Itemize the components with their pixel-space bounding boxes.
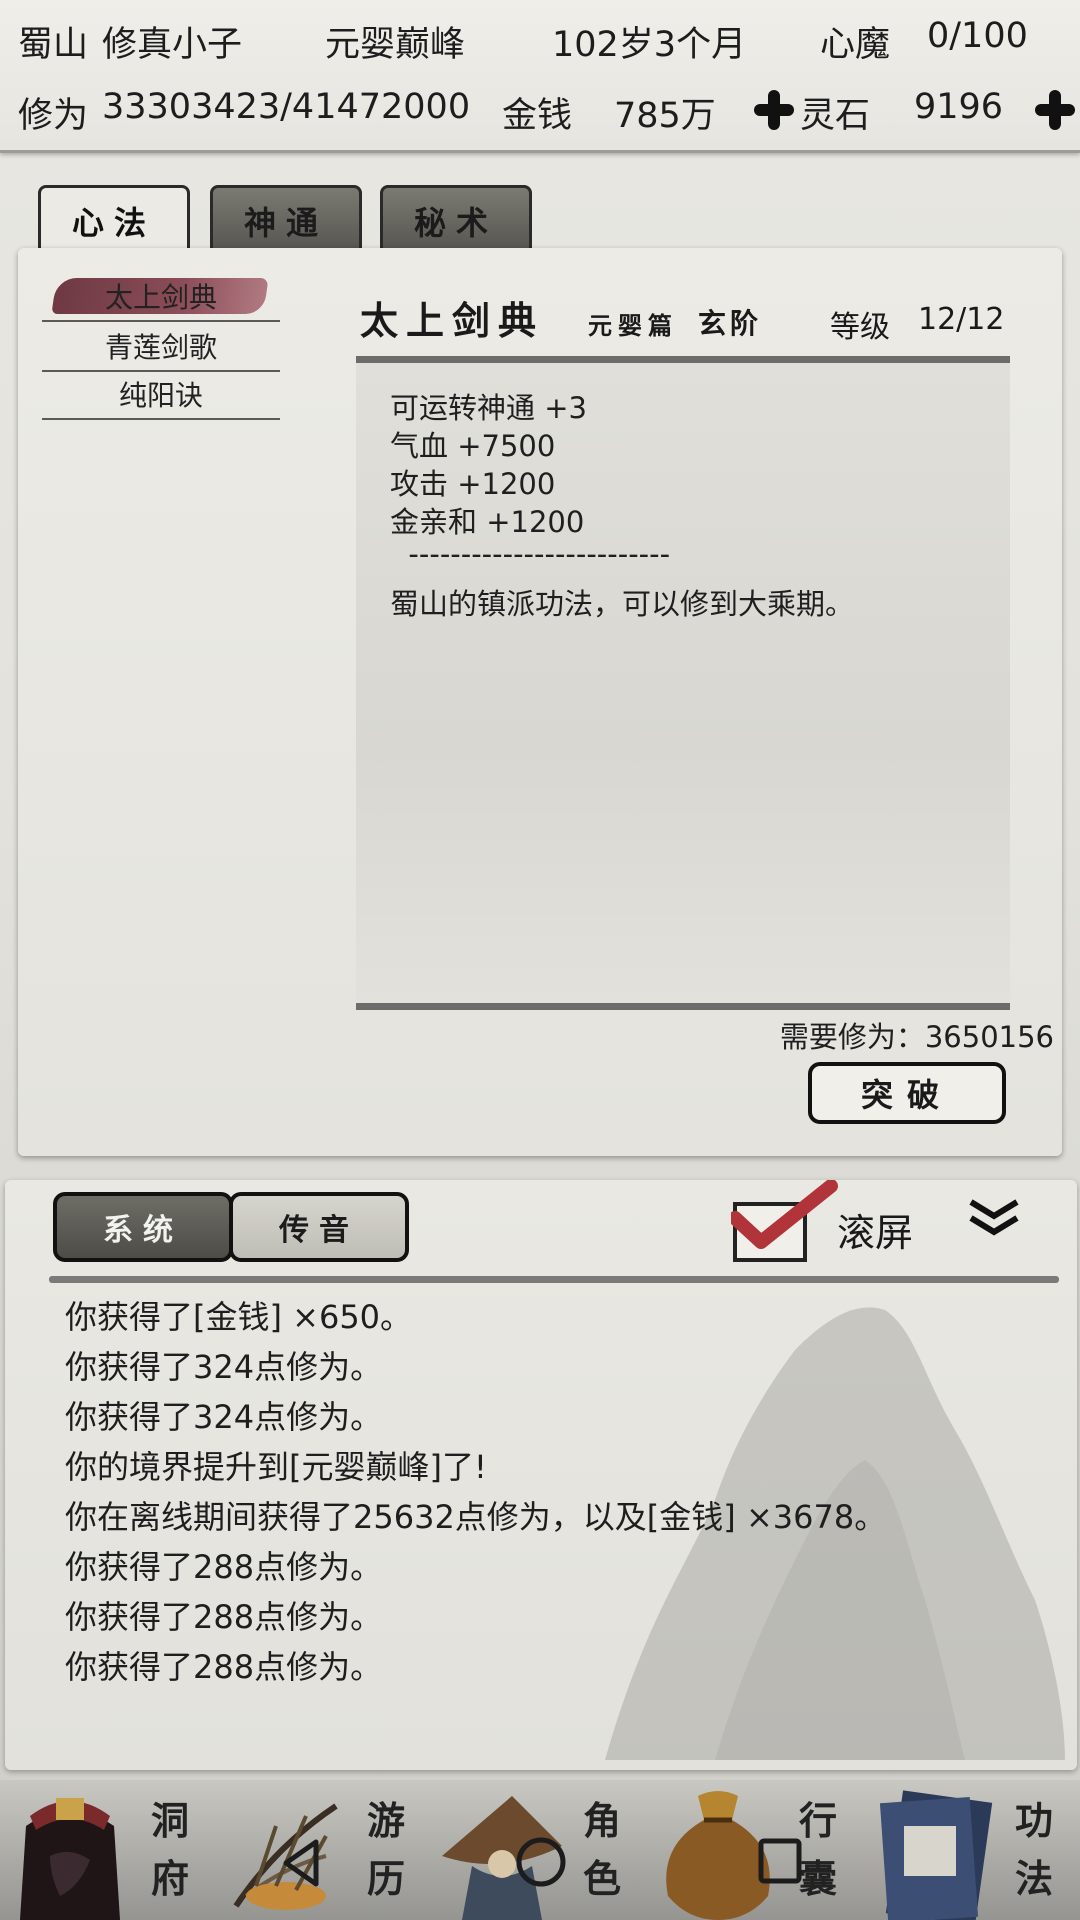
breakthrough-label: 突破 [860,1076,953,1114]
technique-item-label: 青莲剑歌 [104,331,217,364]
stone-cross-icon [754,90,794,130]
technique-title: 太上剑典 [360,298,545,343]
required-value: 3650156 [924,1020,1054,1054]
technique-panel: 太上剑典 青莲剑歌 纯阳诀 太上剑典 元婴篇 玄阶 等级 12/12 可运转神通… [18,248,1062,1156]
log-message: 你获得了[金钱] ×650。 [65,1298,413,1336]
log-message: 你获得了288点修为。 [65,1598,383,1636]
player-name: 修真小子 [102,25,243,65]
message-log-panel: 系统 传音 滚屏 你获得了[金钱] ×650。 你获得了324点修为。 你获得了… [5,1180,1077,1770]
age-value: 102岁3个月 [552,25,747,65]
log-message: 你获得了288点修为。 [65,1548,383,1586]
technique-item[interactable]: 青莲剑歌 [42,322,280,372]
log-divider [49,1276,1059,1283]
effect-line: 气血 +7500 [390,429,556,463]
money-value: 785万 [614,96,716,136]
nav-label: 角 [582,1798,621,1843]
technique-description: 可运转神通 +3 气血 +7500 攻击 +1200 金亲和 +1200 ---… [356,356,1010,1010]
nav-label: 囊 [798,1856,837,1901]
nav-youli[interactable]: 游 历 [216,1780,432,1920]
tab-label: 秘术 [413,203,498,242]
nav-label: 功 [1014,1798,1053,1843]
nav-label: 洞 [150,1798,189,1843]
recent-apps-icon[interactable] [758,1838,802,1884]
nav-label: 游 [366,1798,405,1843]
nav-xingnang[interactable]: 行 囊 [648,1780,864,1920]
required-label: 需要修为： [779,1020,925,1054]
nav-label: 府 [150,1856,189,1901]
demon-label: 心魔 [820,25,891,65]
tab-label: 神通 [243,203,328,242]
tab-system-label: 系统 [103,1213,183,1248]
level-label: 等级 [830,310,890,345]
technique-grade: 玄阶 [698,307,763,340]
tab-system[interactable]: 系统 [53,1192,233,1262]
dongfu-icon [20,1798,120,1920]
nav-label: 色 [582,1856,621,1901]
log-message: 你在离线期间获得了25632点修为，以及[金钱] ×3678。 [65,1498,887,1536]
log-message: 你的境界提升到[元婴巅峰]了! [65,1448,487,1486]
auto-scroll-label: 滚屏 [837,1211,914,1255]
tab-voice-label: 传音 [279,1213,359,1248]
double-chevron-down-icon[interactable] [967,1198,1021,1238]
tab-mishu[interactable]: 秘术 [380,185,532,253]
demon-value: 0/100 [927,16,1028,56]
back-icon[interactable] [280,1838,324,1888]
effect-line: 可运转神通 +3 [390,391,587,425]
cultivation-value: 33303423/41472000 [102,87,471,127]
technique-item[interactable]: 纯阳诀 [42,370,280,420]
log-message: 你获得了324点修为。 [65,1348,383,1386]
nav-label: 法 [1014,1856,1053,1901]
status-bar: 蜀山 修真小子 元婴巅峰 102岁3个月 心魔 0/100 修为 3330342… [0,0,1080,153]
required-cultivation: 需要修为：3650156 [780,1014,1054,1056]
auto-scroll-checkbox[interactable] [731,1180,838,1262]
technique-book-icon [879,1790,993,1920]
nav-dongfu[interactable]: 洞 府 [0,1780,216,1920]
realm-value: 元婴巅峰 [325,25,466,65]
technique-item-label: 太上剑典 [104,281,217,314]
tab-shentong[interactable]: 神通 [210,185,362,253]
cultivation-label: 修为 [18,96,89,136]
effect-line: 金亲和 +1200 [390,505,585,539]
home-icon[interactable] [515,1836,567,1888]
stone-label: 灵石 [800,96,871,136]
divider-line: ------------------------- [390,537,671,571]
technique-item-label: 纯阳诀 [118,379,203,412]
level-value: 12/12 [918,302,1005,337]
technique-subtitle: 元婴篇 [588,311,678,340]
sect-name: 蜀山 [18,25,89,65]
stone-value: 9196 [914,87,1004,127]
description-text: 蜀山的镇派功法，可以修到大乘期。 [390,587,855,621]
effect-line: 攻击 +1200 [390,467,556,501]
tab-voice[interactable]: 传音 [229,1192,409,1262]
check-icon [731,1180,838,1249]
bottom-navigation: 洞 府 游 历 角 色 行 囊 功 法 [0,1780,1080,1920]
money-label: 金钱 [502,96,573,136]
tab-label: 心法 [71,203,156,242]
technique-item[interactable]: 太上剑典 [42,272,280,322]
tab-xinfa[interactable]: 心法 [38,185,190,253]
breakthrough-button[interactable]: 突破 [808,1062,1006,1124]
add-stone-icon[interactable] [1035,90,1075,130]
nav-label: 历 [366,1856,405,1901]
nav-label: 行 [798,1798,837,1843]
log-message: 你获得了288点修为。 [65,1648,383,1686]
nav-gongfa[interactable]: 功 法 [864,1780,1080,1920]
log-message: 你获得了324点修为。 [65,1398,383,1436]
